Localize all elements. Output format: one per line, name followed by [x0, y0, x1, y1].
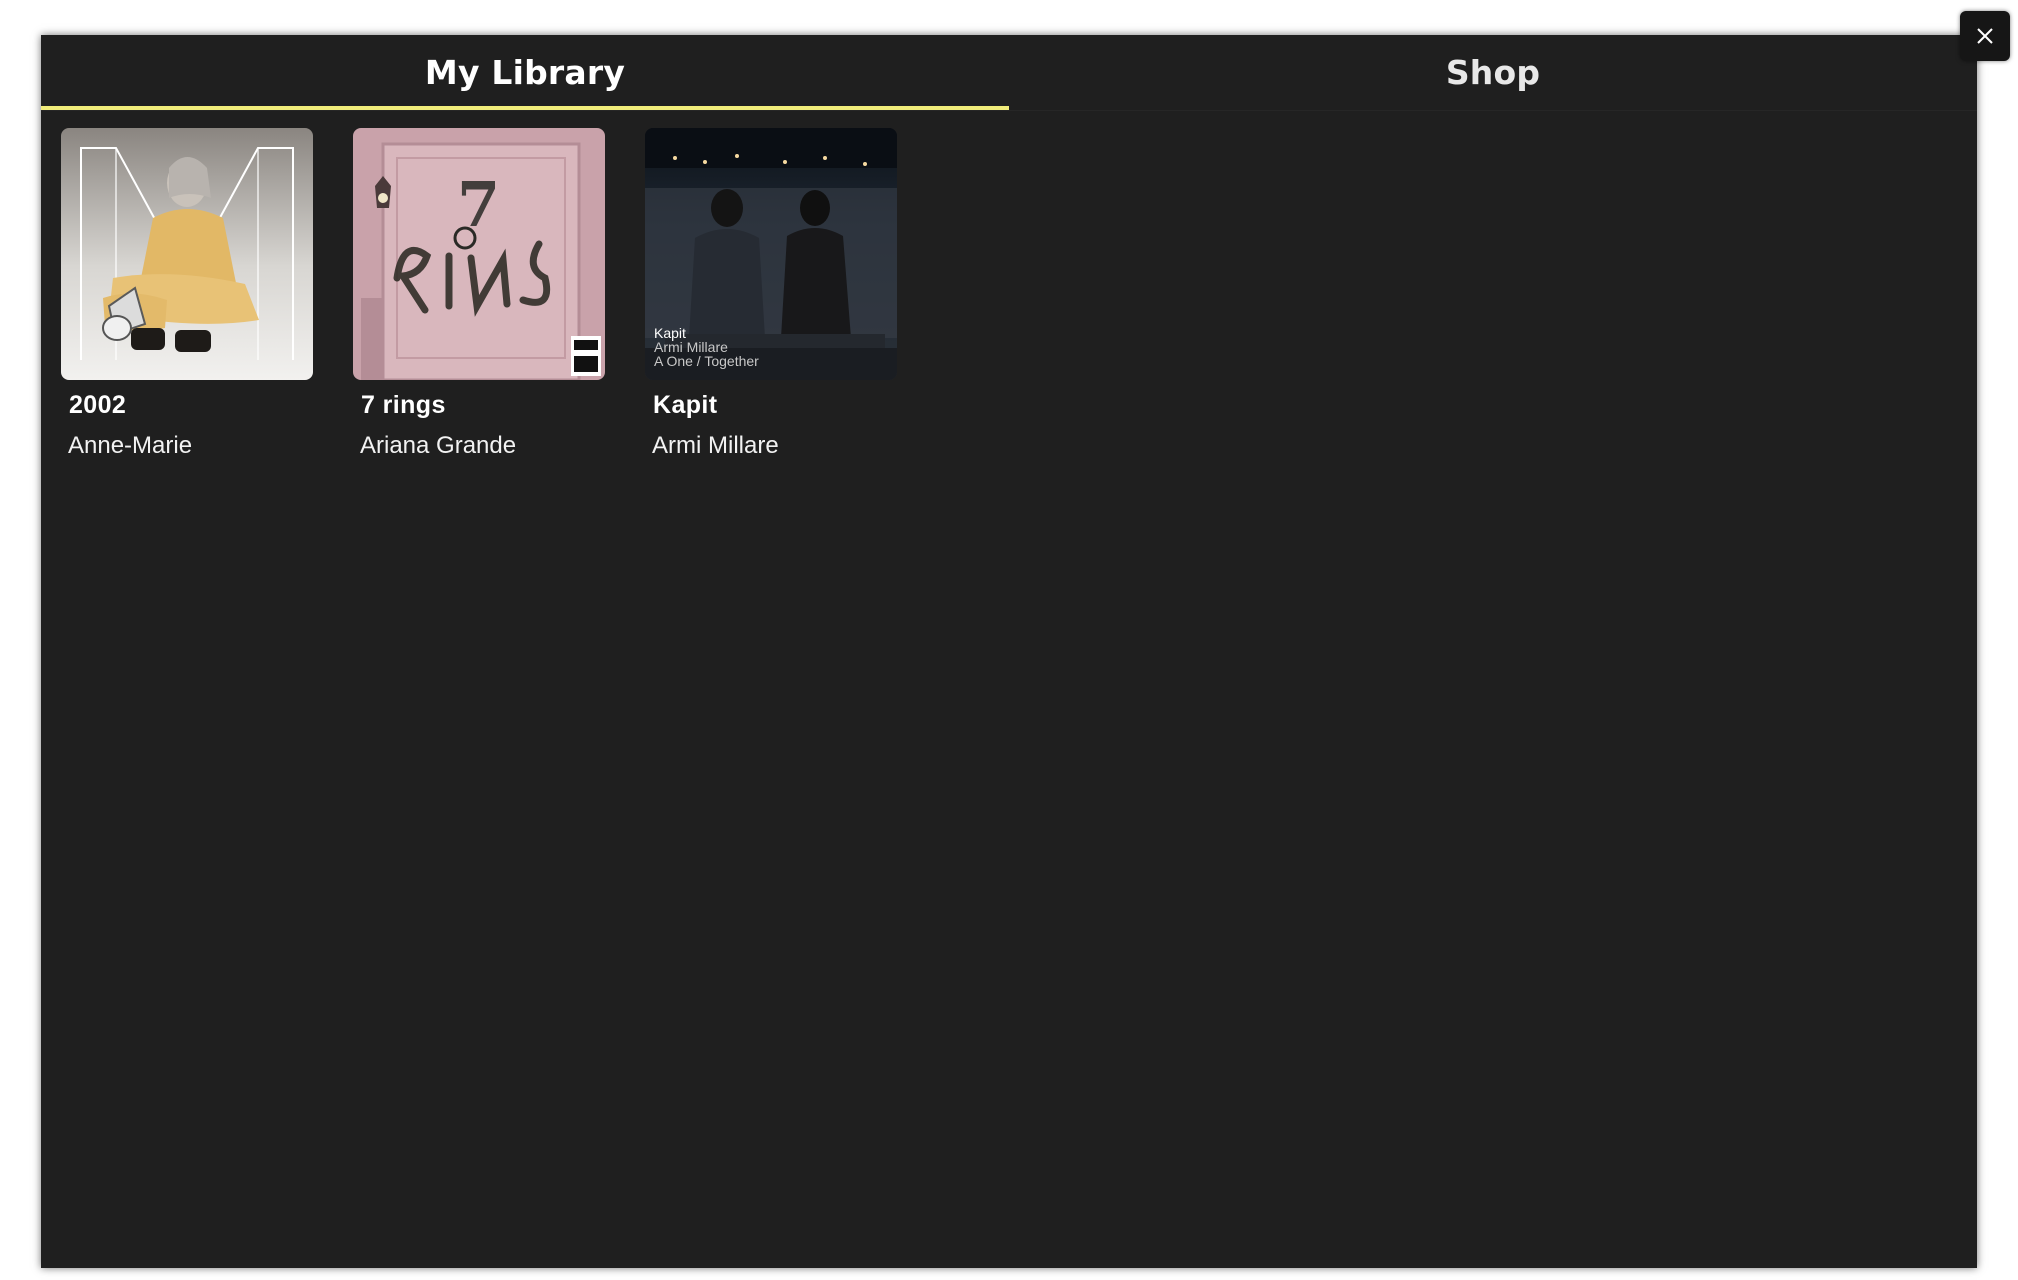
- cover-text-artist: Armi Millare: [654, 339, 728, 355]
- tab-bar: My Library Shop: [41, 35, 1977, 111]
- album-artist: Anne-Marie: [68, 432, 193, 459]
- album-cover-7-rings[interactable]: 7: [353, 128, 605, 380]
- album-artist: Armi Millare: [652, 432, 779, 459]
- album-title: 2002: [69, 391, 127, 419]
- close-icon: [1977, 28, 1993, 44]
- album-cover-kapit[interactable]: Kapit Armi Millare A One / Together: [645, 128, 897, 380]
- library-modal: My Library Shop 2002 Anne-Marie 7 7 ring…: [41, 35, 1977, 1268]
- album-card[interactable]: 2002 Anne-Marie: [61, 128, 313, 460]
- cover-text-album: A One / Together: [654, 353, 759, 369]
- album-grid: 2002 Anne-Marie 7 7 rings Ariana Grande …: [61, 128, 937, 460]
- cover-text-title: Kapit: [654, 325, 686, 341]
- close-button[interactable]: [1960, 11, 2010, 61]
- tab-my-library[interactable]: My Library: [41, 35, 1009, 110]
- album-artist: Ariana Grande: [360, 432, 517, 459]
- album-card[interactable]: 7 7 rings Ariana Grande: [353, 128, 605, 460]
- tab-shop[interactable]: Shop: [1009, 35, 1977, 110]
- album-cover-2002[interactable]: [61, 128, 313, 380]
- album-title: Kapit: [653, 391, 718, 419]
- svg-text:7: 7: [457, 168, 500, 241]
- album-title: 7 rings: [361, 391, 446, 419]
- album-card[interactable]: Kapit Armi Millare A One / Together Kapi…: [645, 128, 897, 460]
